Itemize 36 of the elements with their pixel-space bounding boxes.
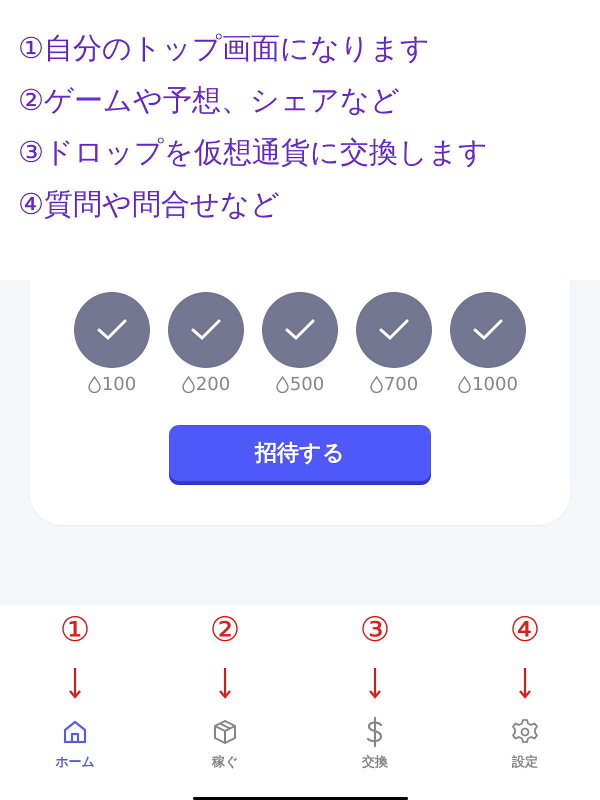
annotation-text: ①自分のトップ画面になります xyxy=(18,30,431,67)
drop-icon xyxy=(88,376,101,393)
annotation-text: ③ドロップを仮想通貨に交換します xyxy=(18,134,489,171)
home-icon xyxy=(62,719,88,745)
drop-icon xyxy=(182,376,195,393)
box-icon xyxy=(212,719,238,745)
check-icon xyxy=(190,318,222,342)
callout-number: ② xyxy=(210,611,240,649)
annotation-text: ②ゲームや予想、シェアなど xyxy=(18,82,401,119)
callout-number: ③ xyxy=(360,611,390,649)
reward-amount: 100 xyxy=(102,374,136,395)
reward-amount: 700 xyxy=(384,374,418,395)
drop-icon xyxy=(370,376,383,393)
dollar-icon xyxy=(365,717,385,747)
down-arrow xyxy=(69,667,81,699)
nav-tab[interactable]: ホーム xyxy=(56,717,94,771)
drop-icon xyxy=(458,376,472,393)
check-icon xyxy=(378,318,410,342)
annotation-text: ④質問や問合せなど xyxy=(18,186,281,223)
down-arrow xyxy=(519,667,531,699)
callout-number: ① xyxy=(60,611,90,649)
reward-amount: 500 xyxy=(290,374,324,395)
reward-amount: 1000 xyxy=(472,374,518,395)
check-icon xyxy=(472,318,504,342)
callout-number: ④ xyxy=(510,611,540,649)
nav-tab[interactable]: 交換 xyxy=(362,717,388,771)
reward-amount: 200 xyxy=(196,374,230,395)
settings-icon xyxy=(511,718,539,746)
invite-button[interactable]: 招待する xyxy=(169,425,431,481)
nav-tab[interactable]: 稼ぐ xyxy=(212,717,238,771)
check-icon xyxy=(96,318,128,342)
down-arrow xyxy=(369,667,381,699)
drop-icon xyxy=(276,376,289,393)
check-icon xyxy=(284,318,316,342)
down-arrow xyxy=(219,667,231,699)
nav-tab[interactable]: 設定 xyxy=(511,717,539,771)
